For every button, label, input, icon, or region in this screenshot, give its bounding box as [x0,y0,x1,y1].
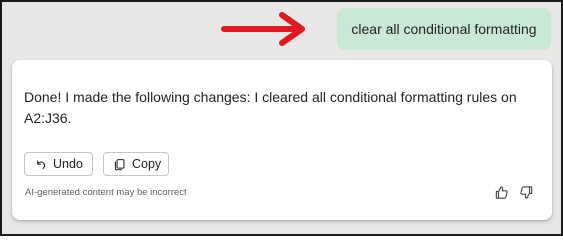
copy-button-label: Copy [132,157,162,171]
copilot-chat-pane: clear all conditional formatting Done! I… [0,0,563,236]
user-message-text: clear all conditional formatting [351,21,537,37]
undo-button-label: Undo [53,157,83,171]
thumbs-up-icon [495,185,508,199]
thumbs-down-icon [519,185,532,199]
copy-icon [113,158,126,171]
response-text: Done! I made the following changes: I cl… [24,89,517,126]
thumbs-down-button[interactable] [517,183,535,201]
user-message-bubble: clear all conditional formatting [337,8,551,50]
annotation-arrow-icon [221,12,305,46]
undo-button[interactable]: Undo [24,152,93,176]
undo-icon [34,158,47,171]
thumbs-up-button[interactable] [492,183,510,201]
assistant-response-card: Done! I made the following changes: I cl… [12,60,552,220]
ai-disclaimer: AI-generated content may be incorrect [25,187,187,198]
copy-button[interactable]: Copy [103,152,169,176]
